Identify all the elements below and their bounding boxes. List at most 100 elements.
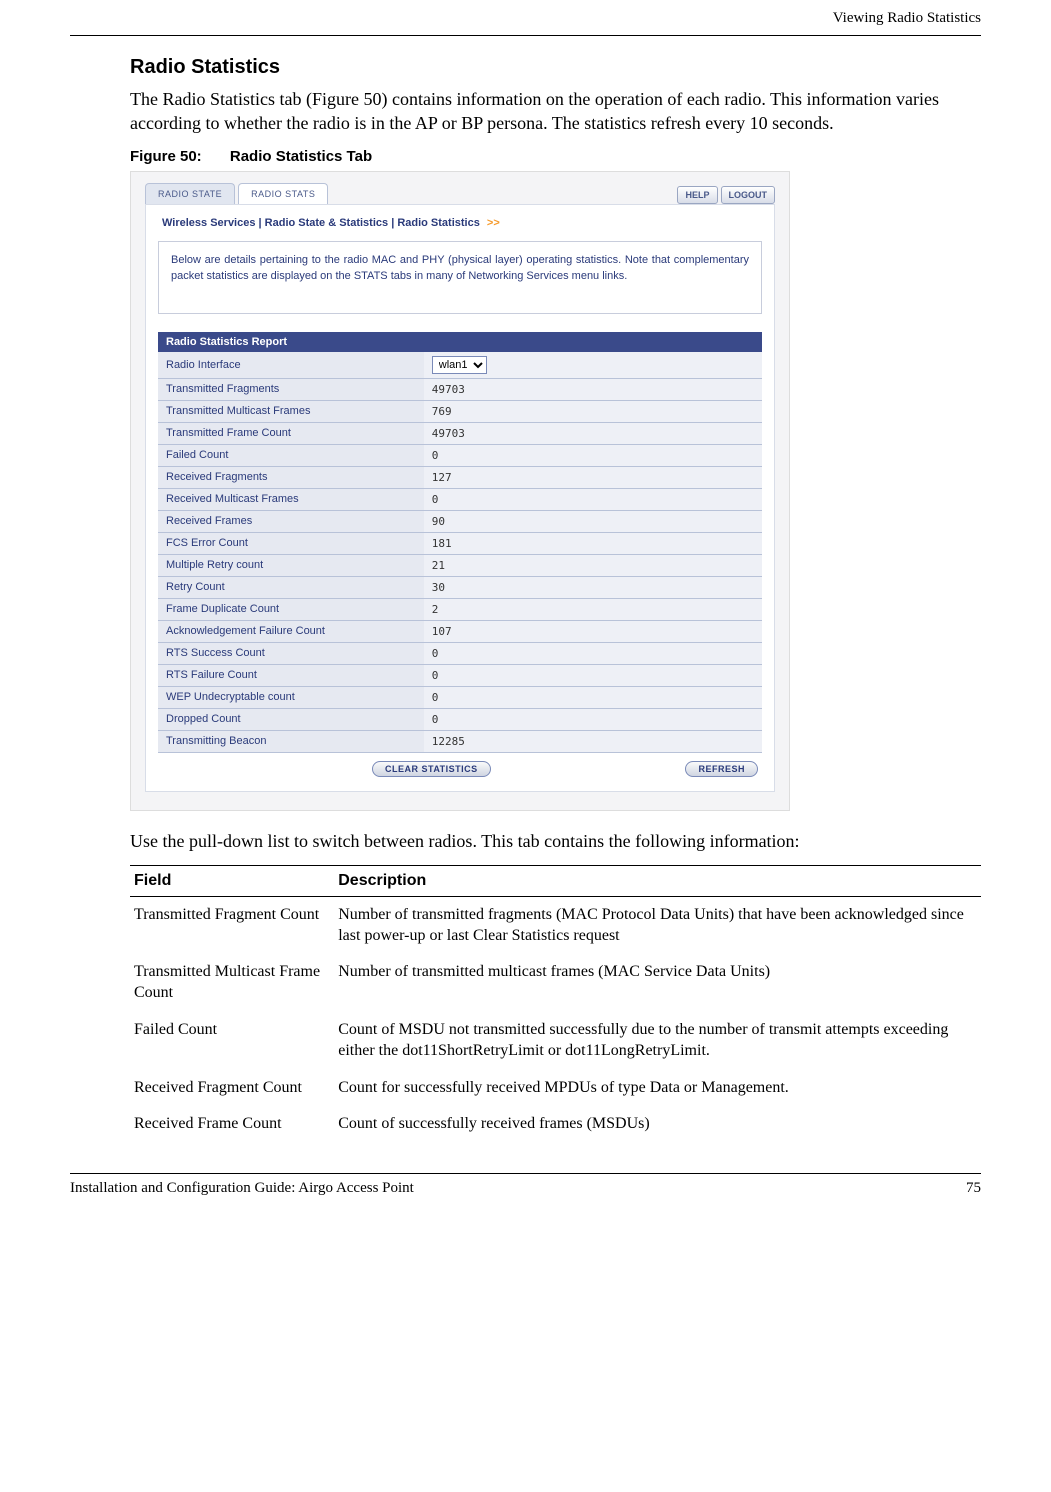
row-label: Received Frames bbox=[158, 510, 424, 532]
row-label: WEP Undecryptable count bbox=[158, 686, 424, 708]
desc-head-field: Field bbox=[130, 865, 334, 896]
table-row: WEP Undecryptable count0 bbox=[158, 686, 762, 708]
figure-label: Figure 50: bbox=[130, 148, 202, 165]
table-row: Received Fragments127 bbox=[158, 466, 762, 488]
table-row: Transmitting Beacon12285 bbox=[158, 730, 762, 752]
tab-radio-state[interactable]: RADIO STATE bbox=[145, 183, 235, 204]
button-row: CLEAR STATISTICS REFRESH bbox=[158, 753, 762, 777]
figure-title: Radio Statistics Tab bbox=[230, 148, 372, 165]
row-value: 2 bbox=[424, 598, 762, 620]
desc-field: Transmitted Multicast Frame Count bbox=[130, 954, 334, 1012]
description-table: Field Description Transmitted Fragment C… bbox=[130, 865, 981, 1143]
footer-left: Installation and Configuration Guide: Ai… bbox=[70, 1180, 966, 1197]
table-row: Transmitted Fragment CountNumber of tran… bbox=[130, 896, 981, 954]
intro-box: Below are details pertaining to the radi… bbox=[158, 241, 762, 314]
table-row: Frame Duplicate Count2 bbox=[158, 598, 762, 620]
table-row: Retry Count30 bbox=[158, 576, 762, 598]
table-row: Transmitted Fragments49703 bbox=[158, 378, 762, 400]
row-value: wlan1 bbox=[424, 352, 762, 379]
breadcrumb-text: Wireless Services | Radio State & Statis… bbox=[162, 217, 480, 229]
table-row: Transmitted Frame Count49703 bbox=[158, 422, 762, 444]
table-row: Received Fragment CountCount for success… bbox=[130, 1070, 981, 1107]
table-row: Received Frame CountCount of successfull… bbox=[130, 1106, 981, 1143]
logout-button[interactable]: LOGOUT bbox=[721, 186, 776, 204]
table-row: Failed Count0 bbox=[158, 444, 762, 466]
row-label: Received Multicast Frames bbox=[158, 488, 424, 510]
row-label: RTS Success Count bbox=[158, 642, 424, 664]
row-value: 0 bbox=[424, 664, 762, 686]
table-row: FCS Error Count181 bbox=[158, 532, 762, 554]
footer: Installation and Configuration Guide: Ai… bbox=[70, 1180, 981, 1203]
table-row: Received Frames90 bbox=[158, 510, 762, 532]
table-row: RTS Failure Count0 bbox=[158, 664, 762, 686]
table-row: Failed CountCount of MSDU not transmitte… bbox=[130, 1012, 981, 1070]
after-figure-text: Use the pull-down list to switch between… bbox=[130, 829, 981, 853]
page-number: 75 bbox=[966, 1180, 981, 1197]
row-label: Transmitted Frame Count bbox=[158, 422, 424, 444]
help-button[interactable]: HELP bbox=[677, 186, 717, 204]
row-label: Radio Interface bbox=[158, 352, 424, 379]
refresh-button[interactable]: REFRESH bbox=[685, 761, 758, 777]
row-label: Transmitted Fragments bbox=[158, 378, 424, 400]
radio-interface-select[interactable]: wlan1 bbox=[432, 356, 487, 374]
row-label: Received Fragments bbox=[158, 466, 424, 488]
stats-table: Radio Interface wlan1 Transmitted Fragme… bbox=[158, 352, 762, 753]
row-value: 107 bbox=[424, 620, 762, 642]
table-row: Radio Interface wlan1 bbox=[158, 352, 762, 379]
row-value: 0 bbox=[424, 488, 762, 510]
row-label: Retry Count bbox=[158, 576, 424, 598]
row-value: 127 bbox=[424, 466, 762, 488]
running-head: Viewing Radio Statistics bbox=[70, 10, 981, 35]
report-title: Radio Statistics Report bbox=[158, 332, 762, 352]
row-label: Failed Count bbox=[158, 444, 424, 466]
row-value: 769 bbox=[424, 400, 762, 422]
table-row: Received Multicast Frames0 bbox=[158, 488, 762, 510]
desc-field: Received Frame Count bbox=[130, 1106, 334, 1143]
section-intro: The Radio Statistics tab (Figure 50) con… bbox=[130, 87, 981, 136]
desc-description: Number of transmitted multicast frames (… bbox=[334, 954, 981, 1012]
row-label: Multiple Retry count bbox=[158, 554, 424, 576]
row-value: 12285 bbox=[424, 730, 762, 752]
table-row: RTS Success Count0 bbox=[158, 642, 762, 664]
breadcrumb: Wireless Services | Radio State & Statis… bbox=[158, 215, 762, 241]
table-row: Transmitted Multicast Frames769 bbox=[158, 400, 762, 422]
row-label: Transmitted Multicast Frames bbox=[158, 400, 424, 422]
row-label: Transmitting Beacon bbox=[158, 730, 424, 752]
table-row: Transmitted Multicast Frame CountNumber … bbox=[130, 954, 981, 1012]
section-title: Radio Statistics bbox=[130, 56, 981, 79]
row-value: 90 bbox=[424, 510, 762, 532]
row-value: 0 bbox=[424, 444, 762, 466]
figure-caption: Figure 50: Radio Statistics Tab bbox=[130, 148, 981, 165]
screenshot-panel: Wireless Services | Radio State & Statis… bbox=[145, 204, 775, 792]
tab-bar: RADIO STATE RADIO STATS HELP LOGOUT bbox=[131, 172, 789, 204]
row-label: Acknowledgement Failure Count bbox=[158, 620, 424, 642]
desc-description: Count of successfully received frames (M… bbox=[334, 1106, 981, 1143]
row-label: RTS Failure Count bbox=[158, 664, 424, 686]
row-value: 49703 bbox=[424, 422, 762, 444]
row-value: 0 bbox=[424, 708, 762, 730]
desc-field: Transmitted Fragment Count bbox=[130, 896, 334, 954]
screenshot-container: RADIO STATE RADIO STATS HELP LOGOUT Wire… bbox=[130, 171, 790, 811]
table-row: Multiple Retry count21 bbox=[158, 554, 762, 576]
row-value: 21 bbox=[424, 554, 762, 576]
row-label: FCS Error Count bbox=[158, 532, 424, 554]
desc-field: Received Fragment Count bbox=[130, 1070, 334, 1107]
row-label: Dropped Count bbox=[158, 708, 424, 730]
tab-radio-stats[interactable]: RADIO STATS bbox=[238, 183, 328, 204]
breadcrumb-arrows-icon: >> bbox=[487, 217, 500, 229]
row-label: Frame Duplicate Count bbox=[158, 598, 424, 620]
desc-field: Failed Count bbox=[130, 1012, 334, 1070]
footer-rule bbox=[70, 1173, 981, 1174]
row-value: 30 bbox=[424, 576, 762, 598]
row-value: 49703 bbox=[424, 378, 762, 400]
desc-description: Count of MSDU not transmitted successful… bbox=[334, 1012, 981, 1070]
row-value: 0 bbox=[424, 686, 762, 708]
table-row: Dropped Count0 bbox=[158, 708, 762, 730]
desc-description: Number of transmitted fragments (MAC Pro… bbox=[334, 896, 981, 954]
row-value: 181 bbox=[424, 532, 762, 554]
desc-head-description: Description bbox=[334, 865, 981, 896]
desc-description: Count for successfully received MPDUs of… bbox=[334, 1070, 981, 1107]
clear-statistics-button[interactable]: CLEAR STATISTICS bbox=[372, 761, 491, 777]
row-value: 0 bbox=[424, 642, 762, 664]
table-row: Acknowledgement Failure Count107 bbox=[158, 620, 762, 642]
